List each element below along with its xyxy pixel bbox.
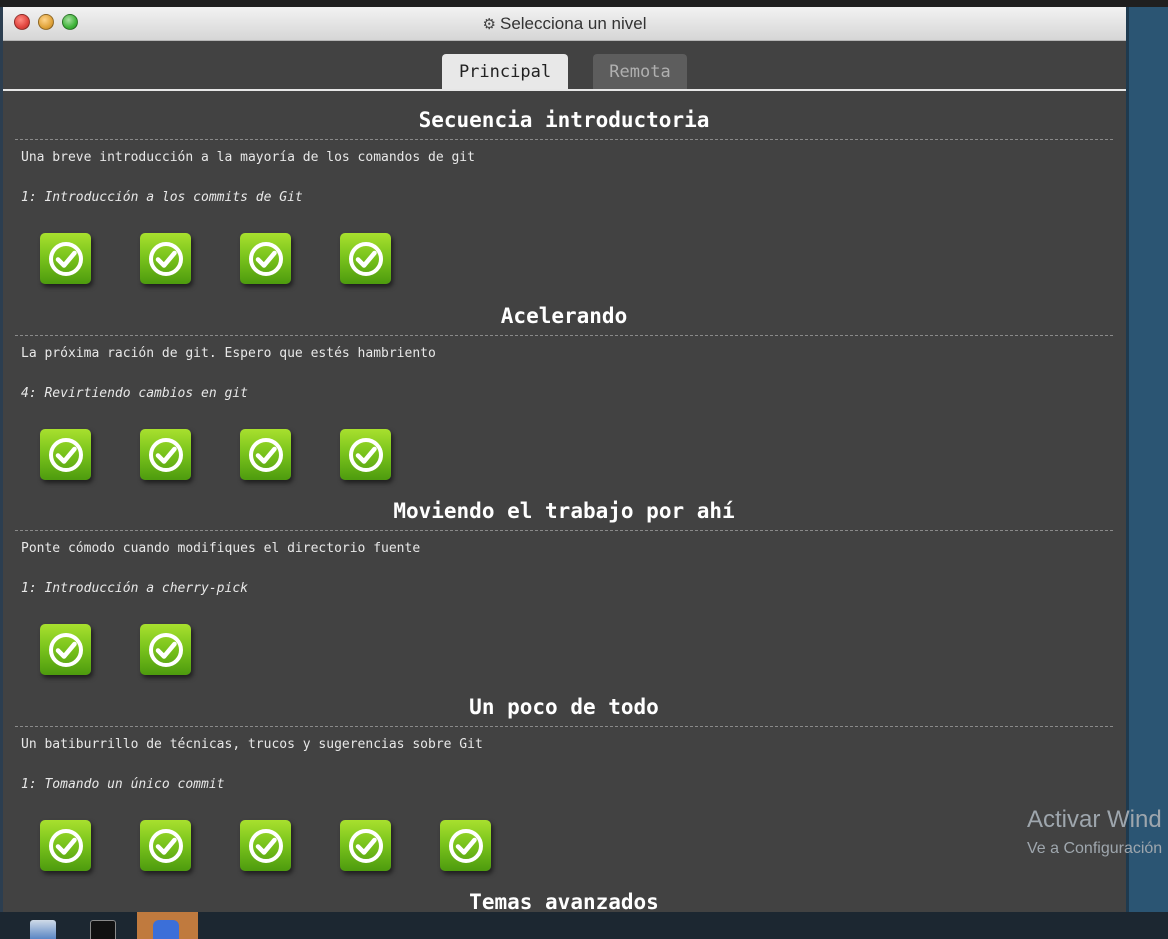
sequence-title: Secuencia introductoria bbox=[418, 108, 710, 132]
checkmark-circle-icon bbox=[348, 437, 383, 472]
checkmark-circle-icon bbox=[448, 828, 483, 863]
sequence-title: Un poco de todo bbox=[469, 695, 659, 719]
window-title-wrap: ⚙ Selecciona un nivel bbox=[3, 7, 1126, 41]
sequence-divider bbox=[15, 726, 1113, 727]
app-window-icon bbox=[30, 920, 56, 939]
checkmark-circle-icon bbox=[348, 241, 383, 276]
sequence-description: La próxima ración de git. Espero que est… bbox=[21, 346, 436, 361]
level-button[interactable] bbox=[40, 820, 91, 871]
gear-icon: ⚙ bbox=[482, 16, 496, 33]
sequence-title: Acelerando bbox=[500, 304, 628, 328]
level-button[interactable] bbox=[140, 233, 191, 284]
level-button[interactable] bbox=[340, 820, 391, 871]
level-button[interactable] bbox=[40, 233, 91, 284]
selected-level-name: 1: Introducción a los commits de Git bbox=[21, 190, 303, 205]
selected-level-name: 1: Tomando un único commit bbox=[21, 777, 225, 792]
sequence-divider bbox=[15, 530, 1113, 531]
window-title: Selecciona un nivel bbox=[499, 14, 647, 33]
selected-level-name: 4: Revirtiendo cambios en git bbox=[21, 386, 248, 401]
checkmark-circle-icon bbox=[248, 241, 283, 276]
sequence-divider bbox=[15, 335, 1113, 336]
checkmark-circle-icon bbox=[48, 241, 83, 276]
level-button[interactable] bbox=[340, 429, 391, 480]
watermark-line-1: Activar Wind bbox=[1027, 806, 1162, 833]
level-button[interactable] bbox=[240, 429, 291, 480]
level-button[interactable] bbox=[440, 820, 491, 871]
desktop-background bbox=[1126, 7, 1168, 912]
checkmark-circle-icon bbox=[148, 241, 183, 276]
level-select-window: ⚙ Selecciona un nivel Principal Remota S… bbox=[3, 7, 1126, 912]
app-icon bbox=[153, 920, 179, 939]
level-button[interactable] bbox=[40, 624, 91, 675]
window-titlebar: ⚙ Selecciona un nivel bbox=[3, 7, 1126, 41]
checkmark-circle-icon bbox=[248, 828, 283, 863]
sequence-title: Temas avanzados bbox=[469, 890, 659, 912]
checkmark-circle-icon bbox=[248, 437, 283, 472]
taskbar-terminal-button[interactable] bbox=[82, 912, 122, 939]
checkmark-circle-icon bbox=[148, 632, 183, 667]
sequence-divider bbox=[15, 139, 1113, 140]
taskbar-active-app-button[interactable] bbox=[137, 912, 198, 939]
activation-watermark: Activar Wind Ve a Configuración bbox=[1027, 806, 1162, 858]
terminal-icon bbox=[90, 920, 116, 939]
checkmark-circle-icon bbox=[48, 437, 83, 472]
level-button[interactable] bbox=[240, 820, 291, 871]
checkmark-circle-icon bbox=[48, 828, 83, 863]
levels-content: Secuencia introductoria Una breve introd… bbox=[3, 91, 1126, 912]
tab-bar: Principal Remota bbox=[3, 54, 1126, 89]
sequence-description: Un batiburrillo de técnicas, trucos y su… bbox=[21, 737, 483, 752]
checkmark-circle-icon bbox=[48, 632, 83, 667]
level-button[interactable] bbox=[340, 233, 391, 284]
level-button[interactable] bbox=[40, 429, 91, 480]
sequence-description: Ponte cómodo cuando modifiques el direct… bbox=[21, 541, 421, 556]
taskbar bbox=[0, 912, 1168, 939]
screen-top-strip bbox=[0, 0, 1168, 7]
level-button[interactable] bbox=[140, 429, 191, 480]
taskbar-app-button[interactable] bbox=[22, 912, 62, 939]
tab-principal[interactable]: Principal bbox=[442, 54, 568, 89]
checkmark-circle-icon bbox=[148, 828, 183, 863]
tab-remota[interactable]: Remota bbox=[593, 54, 687, 89]
sequence-title: Moviendo el trabajo por ahí bbox=[393, 499, 735, 523]
sequence-description: Una breve introducción a la mayoría de l… bbox=[21, 150, 475, 165]
level-button[interactable] bbox=[140, 624, 191, 675]
selected-level-name: 1: Introducción a cherry-pick bbox=[21, 581, 248, 596]
checkmark-circle-icon bbox=[348, 828, 383, 863]
watermark-line-2: Ve a Configuración bbox=[1027, 840, 1163, 857]
level-button[interactable] bbox=[240, 233, 291, 284]
checkmark-circle-icon bbox=[148, 437, 183, 472]
level-button[interactable] bbox=[140, 820, 191, 871]
